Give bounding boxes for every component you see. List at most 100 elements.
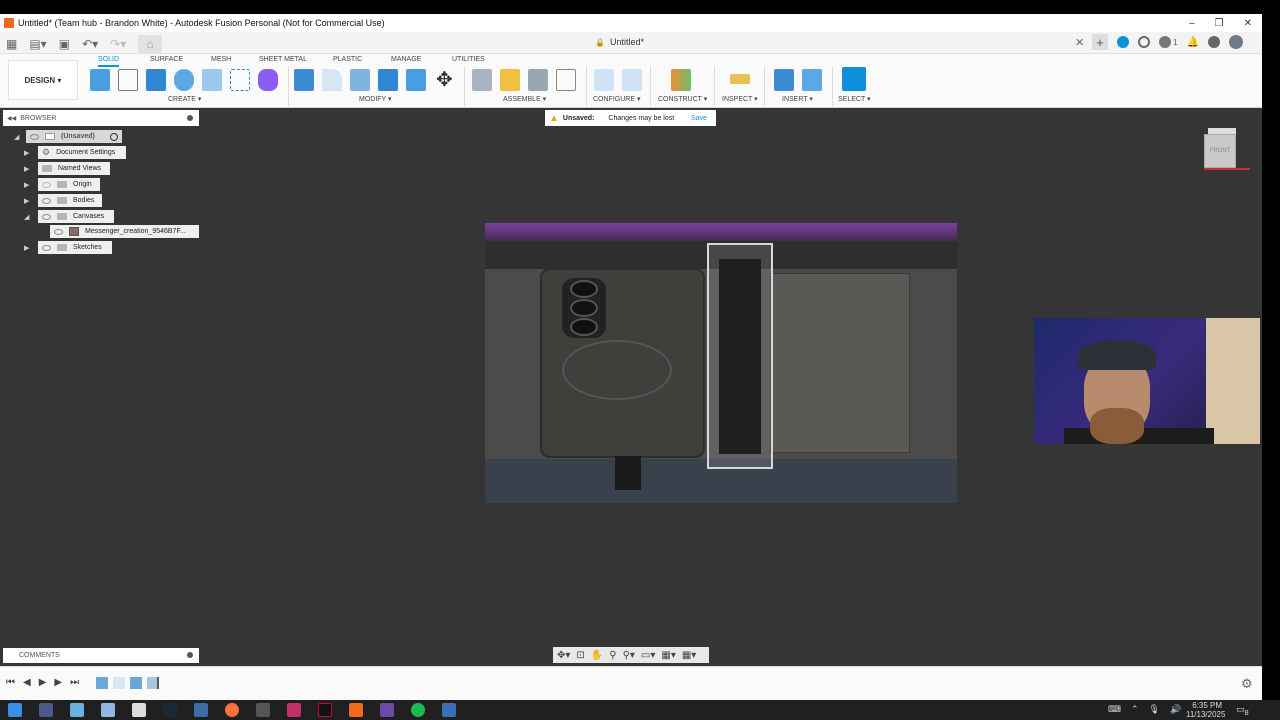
timeline-sketch-feature[interactable] [113, 677, 125, 689]
hole-icon[interactable] [202, 69, 222, 91]
configure-group-label[interactable]: CONFIGURE ▾ [593, 95, 640, 103]
tree-item-canvas-image[interactable]: Messenger_creation_9546B7F... [50, 225, 199, 238]
save-link[interactable]: Save [691, 115, 707, 122]
visibility-eye-icon[interactable] [42, 244, 51, 251]
close-document-icon[interactable]: ✕ [1075, 36, 1084, 49]
app-icon[interactable] [194, 703, 208, 717]
app-icon[interactable] [287, 703, 301, 717]
joint-icon[interactable] [472, 69, 492, 91]
combine-icon[interactable] [378, 69, 398, 91]
insert-canvas-icon[interactable] [802, 69, 822, 91]
go-to-start-icon[interactable]: ⏮ [6, 677, 15, 688]
keyboard-icon[interactable]: ⌨ [1108, 704, 1121, 715]
play-icon[interactable]: ▶ [39, 677, 47, 688]
visibility-eye-icon[interactable] [30, 133, 39, 140]
create-form-icon[interactable] [258, 69, 278, 91]
close-button[interactable]: ✕ [1244, 18, 1252, 29]
microphone-icon[interactable]: 🎙 [1149, 704, 1160, 715]
app-icon[interactable] [70, 703, 84, 717]
tray-expand-icon[interactable]: ⌃ [1131, 704, 1139, 715]
tab-utilities[interactable]: UTILITIES [452, 54, 485, 65]
visibility-eye-icon[interactable] [42, 213, 51, 220]
go-to-end-icon[interactable]: ⏭ [70, 677, 79, 688]
tab-plastic[interactable]: PLASTIC [333, 54, 362, 65]
spotify-icon[interactable] [411, 703, 425, 717]
rigid-group-icon[interactable] [528, 69, 548, 91]
fillet-icon[interactable] [322, 69, 342, 91]
tree-item-canvases[interactable]: ◢ Canvases [24, 210, 114, 223]
notification-center-icon[interactable]: ▭8 [1236, 704, 1249, 717]
tree-item-named-views[interactable]: ▶ Named Views [24, 162, 110, 175]
configure-icon[interactable] [594, 69, 614, 91]
taskbar-clock[interactable]: 6:35 PM 11/13/2025 [1186, 701, 1225, 719]
view-cube[interactable]: FRONT [1202, 128, 1250, 172]
zoom-icon[interactable]: ⚲ [609, 650, 616, 661]
maximize-button[interactable]: ❐ [1215, 18, 1224, 29]
extensions-icon[interactable] [1117, 36, 1129, 48]
expand-arrow-icon[interactable]: ▶ [24, 244, 32, 252]
construct-group-label[interactable]: CONSTRUCT ▾ [658, 95, 707, 103]
pan-icon[interactable]: ✋ [591, 650, 603, 661]
tree-root[interactable]: ◢ (Unsaved) [14, 130, 122, 143]
job-status-icon[interactable]: 1 [1159, 36, 1177, 48]
modify-group-label[interactable]: MODIFY ▾ [359, 95, 392, 103]
look-at-icon[interactable]: ⊡ [576, 650, 584, 661]
step-back-icon[interactable]: ◀ [23, 677, 31, 688]
viewports-icon[interactable]: ▦▾ [682, 650, 696, 661]
tab-surface[interactable]: SURFACE [150, 54, 183, 65]
tab-manage[interactable]: MANAGE [391, 54, 421, 65]
firefox-icon[interactable] [225, 703, 239, 717]
timeline-extrude-feature[interactable] [130, 677, 142, 689]
select-group-label[interactable]: SELECT ▾ [838, 95, 871, 103]
home-icon[interactable]: ⌂ [138, 35, 163, 53]
visibility-eye-icon[interactable] [54, 228, 63, 235]
calculator-icon[interactable] [442, 703, 456, 717]
select-icon[interactable] [842, 67, 866, 91]
pattern-icon[interactable] [230, 69, 250, 91]
expand-arrow-icon[interactable]: ▶ [24, 165, 32, 173]
app-grid-icon[interactable]: ▦ [6, 37, 17, 51]
start-icon[interactable] [8, 703, 22, 717]
shell-icon[interactable] [350, 69, 370, 91]
extrude-icon[interactable] [146, 69, 166, 91]
new-component-icon[interactable] [90, 69, 110, 91]
tab-sheet-metal[interactable]: SHEET METAL [259, 54, 307, 65]
activate-radio-icon[interactable] [110, 132, 118, 141]
insert-group-label[interactable]: INSERT ▾ [782, 95, 813, 103]
inspect-group-label[interactable]: INSPECT ▾ [722, 95, 758, 103]
document-tab[interactable]: 🔒 Untitled* [595, 37, 644, 47]
insert-derive-icon[interactable] [774, 69, 794, 91]
comments-add-icon[interactable] [187, 652, 193, 658]
canvas-reference-image[interactable] [485, 223, 957, 503]
press-pull-icon[interactable] [294, 69, 314, 91]
revolve-icon[interactable] [174, 69, 194, 91]
assemble-group-label[interactable]: ASSEMBLE ▾ [503, 95, 546, 103]
fit-icon[interactable]: ⚲▾ [623, 650, 635, 661]
timeline-settings-gear-icon[interactable]: ⚙ [1241, 676, 1253, 692]
browser-pin-icon[interactable] [187, 115, 193, 121]
app-icon[interactable] [39, 703, 53, 717]
steam-icon[interactable] [163, 703, 177, 717]
notifications-icon[interactable]: 🔔 [1186, 37, 1198, 48]
data-panel-icon[interactable] [1138, 36, 1150, 48]
as-built-joint-icon[interactable] [500, 69, 520, 91]
app-icon[interactable] [380, 703, 394, 717]
visibility-eye-icon[interactable] [42, 197, 51, 204]
fusion-taskbar-icon[interactable] [349, 703, 363, 717]
measure-icon[interactable] [730, 74, 750, 84]
visibility-eye-icon[interactable] [42, 181, 51, 188]
grid-settings-icon[interactable]: ▦▾ [661, 650, 675, 661]
tab-solid[interactable]: SOLID [98, 54, 120, 67]
help-icon[interactable] [1207, 36, 1220, 48]
app-icon[interactable] [132, 703, 146, 717]
save-icon[interactable]: ▣ [59, 37, 70, 51]
expand-arrow-icon[interactable]: ▶ [24, 181, 32, 189]
step-forward-icon[interactable]: ▶ [54, 677, 62, 688]
workspace-switcher-button[interactable]: DESIGN ▾ [8, 60, 78, 100]
move-copy-icon[interactable]: ✥ [436, 69, 456, 91]
collapse-arrow-icon[interactable]: ◢ [14, 133, 22, 141]
create-group-label[interactable]: CREATE ▾ [168, 95, 201, 103]
comments-panel-header[interactable]: COMMENTS [3, 648, 199, 663]
minimize-button[interactable]: – [1189, 18, 1195, 29]
user-avatar[interactable] [1228, 35, 1243, 49]
